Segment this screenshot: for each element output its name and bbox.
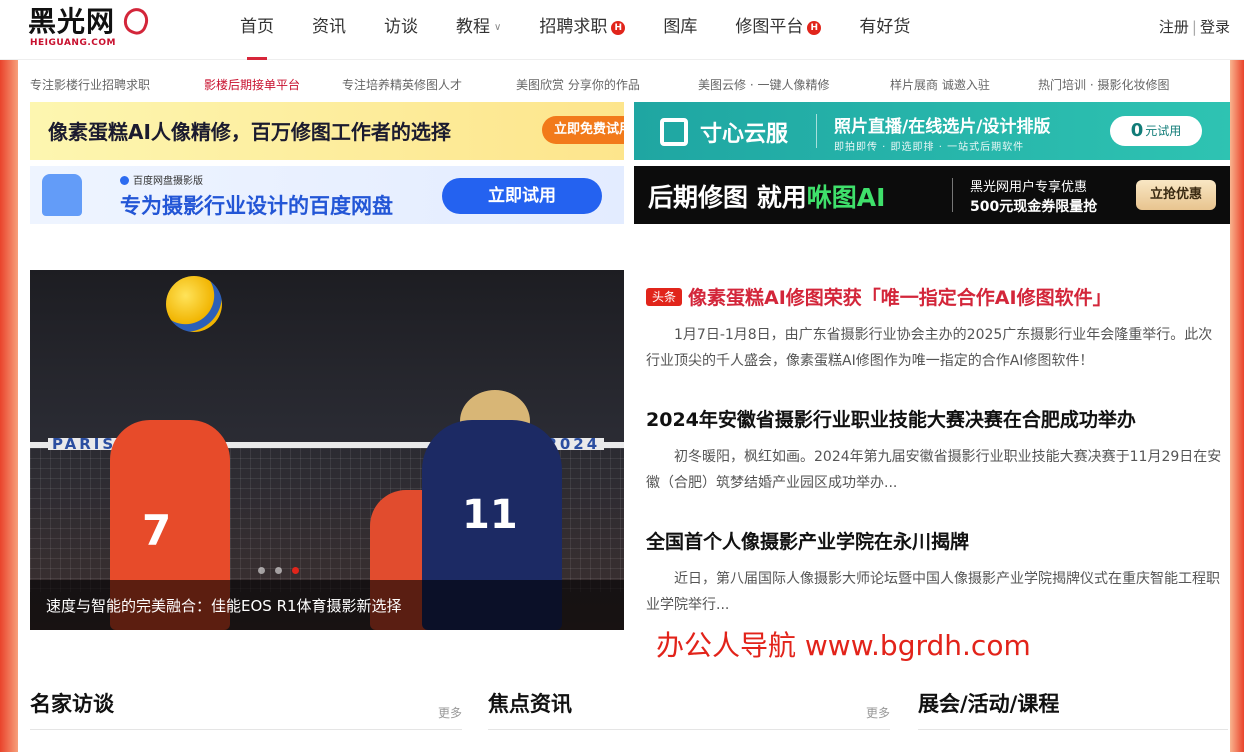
nav-item[interactable]: 访谈 [372,0,430,60]
watermark-text: 办公人导航 www.bgrdh.com [656,629,1031,662]
ad-banner-pixcake[interactable]: 像素蛋糕AI人像精修，百万修图工作者的选择 立即免费试用 [30,102,624,160]
nav-item[interactable]: 修图平台 H [723,0,833,60]
main-nav: 首页 资讯 访谈 教程 ∨ 招聘求职 H 图库 修图平台 H 有好货 [228,0,936,60]
logo-subtext: HEIGUANG.COM [30,38,116,48]
news-summary: 近日，第八届国际人像摄影大师论坛暨中国人像摄影产业学院揭牌仪式在重庆智能工程职业… [646,571,1220,613]
logo-mark-icon [120,4,152,38]
nav-item[interactable]: 首页 [228,0,286,60]
banner-line-1: 黑光网用户专享优惠 [970,180,1088,195]
news-title-text: 像素蛋糕AI修图荣获「唯一指定合作AI修图软件」 [688,287,1112,309]
hot-badge-icon: H [611,21,626,35]
nav-item[interactable]: 图库 [651,0,709,60]
news-summary: 初冬暖阳，枫红如画。2024年第九届安徽省摄影行业职业技能大赛决赛于11月29日… [646,449,1222,491]
news-title[interactable]: 2024年安徽省摄影行业职业技能大赛决赛在合肥成功举办 [646,408,1226,432]
divider [952,178,953,212]
decorative-frame-left [0,60,18,752]
section-news: 焦点资讯 更多 [488,686,890,730]
divider [816,114,817,148]
headline-badge: 头条 [646,288,683,306]
quick-link[interactable]: 影楼后期接单平台 [204,76,300,93]
trial-label: 元试用 [1145,124,1182,138]
jersey-number: 7 [142,506,172,555]
banner-subtext: 即拍即传 · 即选即排 · 一站式后期软件 [834,142,1025,153]
quick-link[interactable]: 样片展商 诚邀入驻 [890,76,990,93]
chevron-down-icon: ∨ [494,22,502,33]
nav-item-label: 首页 [240,17,274,37]
nav-item[interactable]: 教程 ∨ [444,0,513,60]
more-link[interactable]: 更多 [438,704,462,721]
banner-title-a: 后期修图 就用 [648,183,807,212]
login-link[interactable]: 登录 [1200,18,1230,36]
news-title[interactable]: 头条 像素蛋糕AI修图荣获「唯一指定合作AI修图软件」 [646,286,1226,310]
volleyball-icon [166,276,222,332]
nav-item-label: 修图平台 [735,17,804,37]
free-trial-button[interactable]: 立即免费试用 [542,116,624,144]
hero-caption: 速度与智能的完美融合：佳能EOS R1体育摄影新选择 [46,597,402,615]
trial-button[interactable]: 0 元试用 [1110,116,1202,146]
carousel-dot[interactable] [258,567,265,574]
quick-link[interactable]: 美图云修 · 一键人像精修 [698,76,829,93]
site-logo[interactable]: 黑光网 HEIGUANG.COM [28,4,152,50]
section-interviews: 名家访谈 更多 [30,686,462,730]
nav-item-label: 访谈 [384,17,418,37]
news-item: 头条 像素蛋糕AI修图荣获「唯一指定合作AI修图软件」 1月7日-1月8日，由广东… [646,286,1226,374]
try-now-button[interactable]: 立即试用 [442,178,602,214]
ad-banner-xiutu[interactable]: 后期修图 就用咻图AI 黑光网用户专享优惠 500元现金券限量抢 立抢优惠 [634,166,1230,224]
jersey-number: 11 [462,492,518,538]
banner-slogan: 照片直播/在线选片/设计排版 [834,117,1051,137]
banner-brand: 百度网盘摄影版 [120,172,203,187]
nav-item[interactable]: 有好货 [847,0,922,60]
logo-text: 黑光网 [28,5,116,38]
carousel-dot[interactable] [275,567,282,574]
ad-banner-baidu-pan[interactable]: 百度网盘摄影版 专为摄影行业设计的百度网盘 立即试用 [30,166,624,224]
quick-link[interactable]: 热门培训 · 摄影化妆修图 [1038,76,1169,93]
nav-item-label: 教程 [456,17,490,37]
more-link[interactable]: 更多 [866,704,890,721]
section-title: 展会/活动/课程 [918,692,1060,716]
news-summary: 1月7日-1月8日，由广东省摄影行业协会主办的2025广东摄影行业年会隆重举行。… [646,327,1213,369]
cloud-drive-icon [42,174,82,216]
grab-coupon-button[interactable]: 立抢优惠 [1136,180,1216,210]
banner-brand: 寸心云服 [700,122,789,147]
register-link[interactable]: 注册 [1159,18,1189,36]
section-events: 展会/活动/课程 [918,686,1228,730]
nav-item-label: 资讯 [312,17,346,37]
carousel-dots [258,567,309,574]
section-title: 焦点资讯 [488,692,572,716]
news-item: 全国首个人像摄影产业学院在永川揭牌 近日，第八届国际人像摄影大师论坛暨中国人像摄… [646,530,1226,618]
banner-title: 后期修图 就用咻图AI [648,178,885,214]
banner-title-b: 咻图AI [806,183,886,212]
nav-item[interactable]: 招聘求职 H [527,0,637,60]
news-item: 2024年安徽省摄影行业职业技能大赛决赛在合肥成功举办 初冬暖阳，枫红如画。20… [646,408,1226,496]
trial-price: 0 [1130,120,1144,141]
hot-badge-icon: H [807,21,822,35]
nav-item-label: 有好货 [859,17,911,37]
cunxin-logo-icon [660,118,688,146]
auth-separator: | [1191,18,1197,36]
ad-banner-cunxin[interactable]: 寸心云服 照片直播/在线选片/设计排版 即拍即传 · 即选即排 · 一站式后期软… [634,102,1230,160]
decorative-frame-right [1230,60,1244,752]
banner-text: 专为摄影行业设计的百度网盘 [120,194,393,218]
nav-item-label: 图库 [663,17,698,37]
nav-item[interactable]: 资讯 [300,0,358,60]
nav-item-label: 招聘求职 [539,17,608,37]
banner-line-2: 500元现金券限量抢 [970,199,1098,215]
quick-link[interactable]: 美图欣赏 分享你的作品 [516,76,640,93]
quick-link[interactable]: 专注影楼行业招聘求职 [30,76,150,93]
quick-links: 专注影楼行业招聘求职 影楼后期接单平台 专注培养精英修图人才 美图欣赏 分享你的作品 美… [30,76,1230,94]
carousel-dot[interactable] [292,567,299,574]
auth-links: 注册 | 登录 [1159,16,1230,37]
hero-carousel[interactable]: PARIS 2024 PARIS 2024 7 11 速度与智能的完美融合：佳能… [30,270,624,630]
quick-link[interactable]: 专注培养精英修图人才 [342,76,462,93]
site-header: 黑光网 HEIGUANG.COM 首页 资讯 访谈 教程 ∨ 招聘求职 H 图库 修图平台 H 有好… [0,0,1244,60]
banner-text: 像素蛋糕AI人像精修，百万修图工作者的选择 [48,120,451,144]
news-title[interactable]: 全国首个人像摄影产业学院在永川揭牌 [646,530,1226,554]
section-title: 名家访谈 [30,692,114,716]
